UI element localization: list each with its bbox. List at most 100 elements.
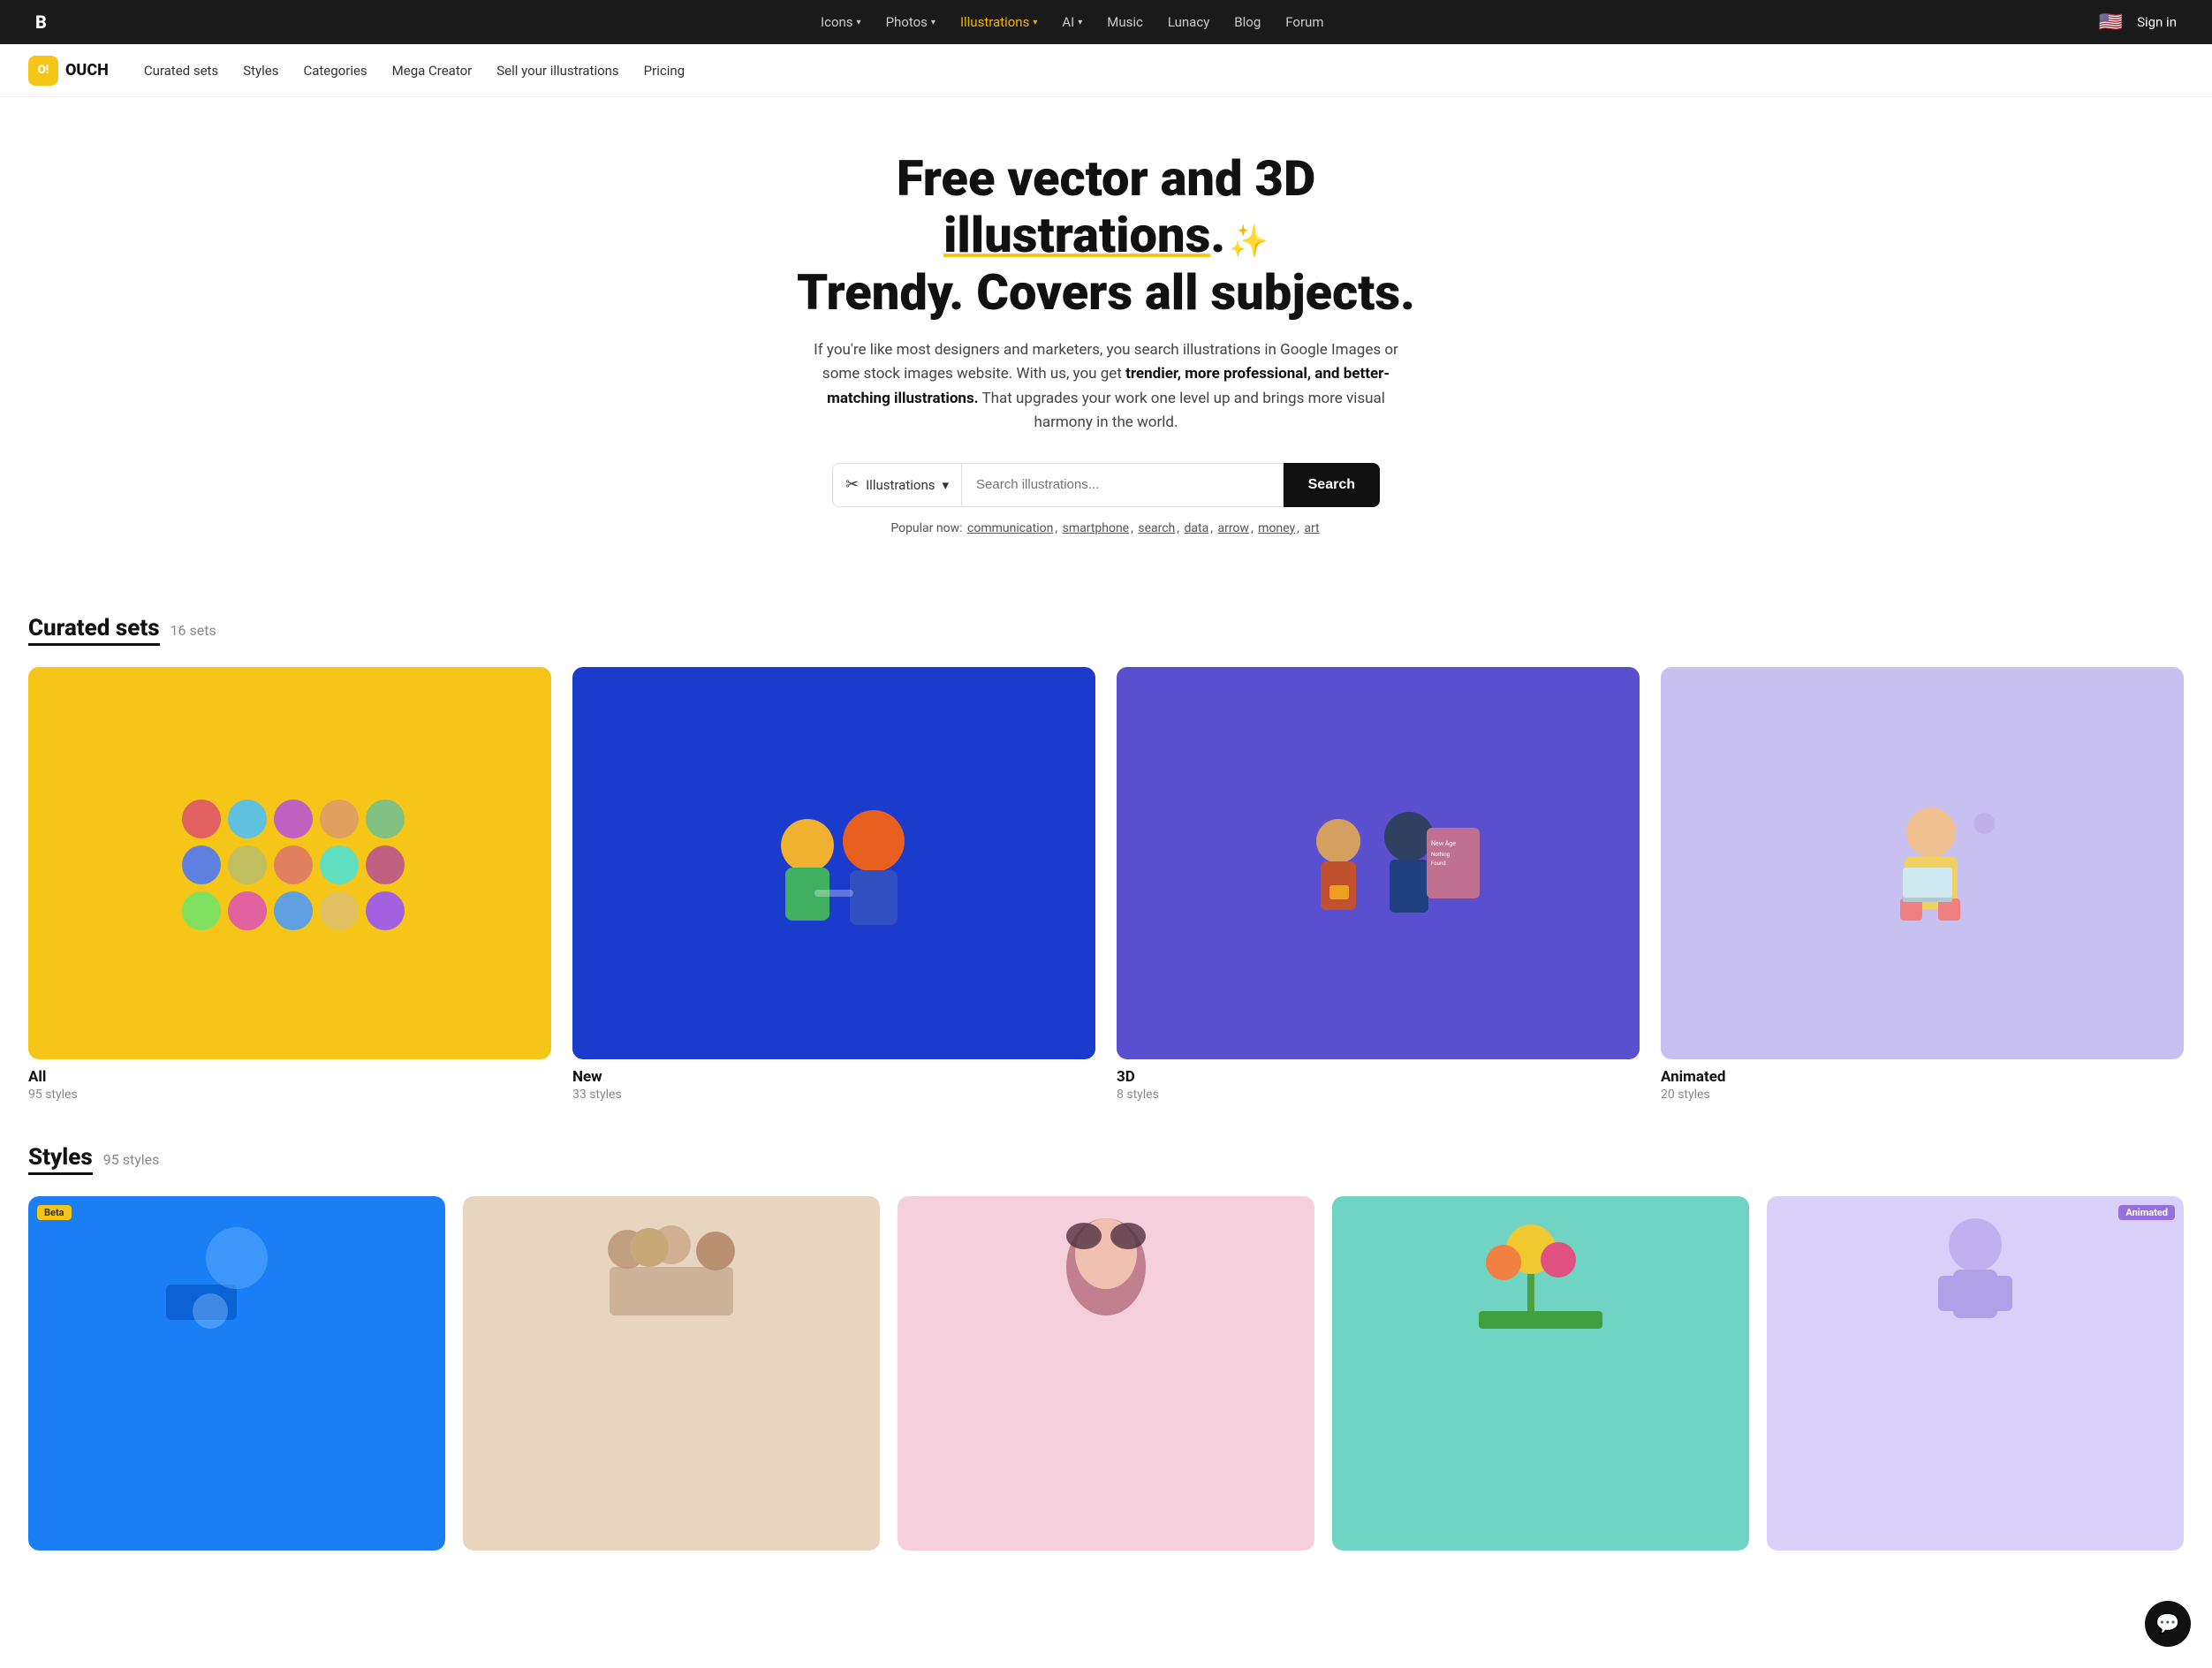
popular-tag-smartphone[interactable]: smartphone bbox=[1063, 521, 1130, 535]
subnav-curated-sets[interactable]: Curated sets bbox=[144, 63, 218, 79]
subnav-mega-creator[interactable]: Mega Creator bbox=[392, 63, 473, 79]
nav-ai[interactable]: AI ▾ bbox=[1062, 14, 1082, 30]
popular-tag-money[interactable]: money bbox=[1258, 521, 1295, 535]
styles-count: 95 styles bbox=[103, 1151, 160, 1168]
curated-card-3d[interactable]: New Age Nothing Found 3D 8 styles bbox=[1117, 667, 1640, 1102]
chevron-icon: ▾ bbox=[1078, 18, 1082, 27]
subnav-categories[interactable]: Categories bbox=[303, 63, 367, 79]
nav-forum[interactable]: Forum bbox=[1285, 14, 1323, 30]
styles-section: Styles 95 styles Beta bbox=[0, 1144, 2212, 1593]
style-card-3[interactable] bbox=[898, 1196, 1314, 1550]
nav-icons[interactable]: Icons ▾ bbox=[821, 14, 861, 30]
svg-text:Nothing: Nothing bbox=[1431, 852, 1450, 858]
chevron-icon: ▾ bbox=[857, 18, 861, 27]
nav-blog[interactable]: Blog bbox=[1234, 14, 1261, 30]
nav-music[interactable]: Music bbox=[1107, 14, 1143, 30]
sparkle-icon: ✨ bbox=[1229, 224, 1269, 260]
popular-tag-search[interactable]: search bbox=[1138, 521, 1175, 535]
animated-illustration bbox=[1661, 667, 2184, 1059]
search-bar: ✂ Illustrations ▾ Search bbox=[832, 463, 1380, 507]
top-nav-links: Icons ▾ Photos ▾ Illustrations ▾ AI ▾ Mu… bbox=[821, 14, 1323, 30]
popular-tag-communication[interactable]: communication bbox=[967, 521, 1053, 535]
sub-navigation: O! OUCH Curated sets Styles Categories M… bbox=[0, 44, 2212, 97]
curated-3d-title: 3D bbox=[1117, 1068, 1640, 1086]
search-type-label: Illustrations bbox=[866, 477, 935, 493]
new-illustration bbox=[572, 667, 1095, 1059]
curated-sets-section: Curated sets 16 sets bbox=[0, 615, 2212, 1144]
style-card-2[interactable] bbox=[463, 1196, 880, 1550]
curated-all-subtitle: 95 styles bbox=[28, 1088, 551, 1102]
hero-headline: Free vector and 3D illustrations.✨ Trend… bbox=[753, 150, 1459, 321]
popular-tag-data[interactable]: data bbox=[1185, 521, 1209, 535]
ouch-logo-badge: O! bbox=[28, 56, 58, 86]
ouch-brand-name: OUCH bbox=[65, 61, 109, 80]
headline-part2: . bbox=[1210, 206, 1225, 264]
curated-new-title: New bbox=[572, 1068, 1095, 1086]
sign-in-link[interactable]: Sign in bbox=[2137, 14, 2177, 30]
svg-text:New Age: New Age bbox=[1431, 840, 1456, 847]
style-card-4-image bbox=[1332, 1196, 1749, 1550]
popular-prefix: Popular now: bbox=[890, 521, 962, 535]
popular-tag-art[interactable]: art bbox=[1304, 521, 1319, 535]
site-logo[interactable]: B bbox=[35, 11, 46, 33]
sub-nav-links: Curated sets Styles Categories Mega Crea… bbox=[144, 63, 685, 79]
headline-underline: illustrations bbox=[943, 206, 1210, 264]
popular-now: Popular now: communication, smartphone, … bbox=[18, 521, 2194, 535]
curated-all-title: All bbox=[28, 1068, 551, 1086]
search-type-selector[interactable]: ✂ Illustrations ▾ bbox=[832, 463, 961, 507]
curated-new-subtitle: 33 styles bbox=[572, 1088, 1095, 1102]
curated-sets-count: 16 sets bbox=[170, 622, 216, 639]
animated-badge: Animated bbox=[2118, 1205, 2175, 1220]
style-card-5[interactable]: Animated bbox=[1767, 1196, 2184, 1550]
svg-text:Found: Found bbox=[1431, 861, 1446, 867]
language-flag[interactable]: 🇺🇸 bbox=[2099, 11, 2123, 34]
chat-widget[interactable]: 💬 bbox=[2145, 1601, 2191, 1647]
curated-card-new[interactable]: New 33 styles bbox=[572, 667, 1095, 1102]
style-card-5-image bbox=[1767, 1196, 2184, 1550]
curated-sets-title: Curated sets bbox=[28, 615, 160, 646]
chevron-down-icon: ▾ bbox=[942, 477, 949, 493]
curated-card-animated-image bbox=[1661, 667, 2184, 1059]
headline-line2: Trendy. Covers all subjects. bbox=[797, 263, 1415, 322]
curated-card-all[interactable]: All 95 styles bbox=[28, 667, 551, 1102]
3d-illustration: New Age Nothing Found bbox=[1117, 667, 1640, 1059]
desc-end: That upgrades your work one level up and… bbox=[979, 390, 1385, 431]
styles-header: Styles 95 styles bbox=[28, 1144, 2184, 1175]
ouch-brand[interactable]: O! OUCH bbox=[28, 56, 109, 86]
headline-part1: Free vector and 3D bbox=[897, 149, 1315, 208]
style-card-2-image bbox=[463, 1196, 880, 1550]
subnav-sell[interactable]: Sell your illustrations bbox=[496, 63, 618, 79]
top-navigation: B Icons ▾ Photos ▾ Illustrations ▾ AI ▾ … bbox=[0, 0, 2212, 44]
chat-icon: 💬 bbox=[2155, 1613, 2179, 1635]
style-card-1[interactable]: Beta bbox=[28, 1196, 445, 1550]
nav-photos[interactable]: Photos ▾ bbox=[886, 14, 936, 30]
curated-sets-grid: All 95 styles New 33 styles bbox=[28, 667, 2184, 1102]
popular-tag-arrow[interactable]: arrow bbox=[1217, 521, 1248, 535]
all-illustration bbox=[28, 667, 551, 1059]
hero-description: If you're like most designers and market… bbox=[806, 338, 1406, 435]
hero-section: Free vector and 3D illustrations.✨ Trend… bbox=[0, 97, 2212, 615]
curated-card-all-image bbox=[28, 667, 551, 1059]
style-card-1-image bbox=[28, 1196, 445, 1550]
curated-sets-header: Curated sets 16 sets bbox=[28, 615, 2184, 646]
style-card-3-image bbox=[898, 1196, 1314, 1550]
curated-card-new-image bbox=[572, 667, 1095, 1059]
curated-animated-subtitle: 20 styles bbox=[1661, 1088, 2184, 1102]
subnav-styles[interactable]: Styles bbox=[243, 63, 278, 79]
illustrations-icon: ✂ bbox=[845, 475, 859, 494]
subnav-pricing[interactable]: Pricing bbox=[644, 63, 685, 79]
styles-title: Styles bbox=[28, 1144, 93, 1175]
curated-3d-subtitle: 8 styles bbox=[1117, 1088, 1640, 1102]
chevron-icon: ▾ bbox=[1033, 18, 1037, 27]
style-card-4[interactable] bbox=[1332, 1196, 1749, 1550]
styles-grid: Beta bbox=[28, 1196, 2184, 1550]
nav-illustrations[interactable]: Illustrations ▾ bbox=[960, 14, 1037, 30]
search-input[interactable] bbox=[961, 463, 1284, 507]
chevron-icon: ▾ bbox=[931, 18, 936, 27]
nav-lunacy[interactable]: Lunacy bbox=[1168, 14, 1209, 30]
beta-badge: Beta bbox=[37, 1205, 72, 1220]
curated-card-animated[interactable]: Animated 20 styles bbox=[1661, 667, 2184, 1102]
search-button[interactable]: Search bbox=[1284, 463, 1380, 507]
curated-animated-title: Animated bbox=[1661, 1068, 2184, 1086]
top-nav-right: 🇺🇸 Sign in bbox=[2099, 11, 2177, 34]
